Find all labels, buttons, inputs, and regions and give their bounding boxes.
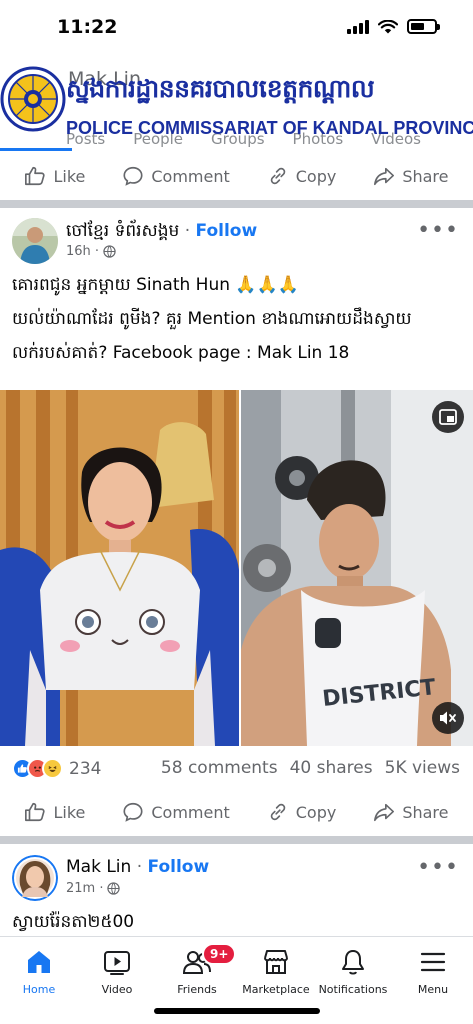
- share-label: Share: [402, 802, 449, 822]
- profile-header: Mak Lin Posts People Groups Photos Video…: [0, 52, 473, 152]
- home-indicator: [154, 1008, 320, 1014]
- copy-label: Copy: [295, 802, 337, 822]
- active-tab-indicator: [0, 148, 72, 151]
- shares-count[interactable]: 40 shares: [290, 758, 373, 778]
- wifi-icon: [378, 19, 398, 33]
- like-icon: [25, 166, 46, 186]
- link-icon: [270, 167, 285, 185]
- marketplace-icon: [264, 950, 288, 974]
- link-icon: [270, 803, 285, 821]
- separator-dot: ·: [184, 221, 191, 241]
- tab-friends[interactable]: Friends 9+: [152, 943, 242, 996]
- post-line: គោរពជូន អ្នកម្តាយ Sinath Hun 🙏🙏🙏: [12, 275, 299, 295]
- globe-icon: [107, 882, 121, 895]
- pip-icon: [439, 409, 457, 425]
- comment-label: Comment: [151, 166, 230, 186]
- like-button[interactable]: Like: [24, 165, 85, 187]
- cellular-signal-icon: [347, 19, 369, 34]
- post-author[interactable]: ចៅខ្មែរ ទំព័រសង្គម: [66, 221, 179, 241]
- video-right-frame: DISTRICT: [241, 390, 473, 746]
- post-body: ស្វាយរ៉ែនតា២៥00: [12, 905, 464, 939]
- picture-in-picture-button[interactable]: [432, 401, 464, 433]
- post-line: ស្វាយរ៉ែនតា២៥00: [12, 912, 135, 932]
- more-options-button[interactable]: •••: [417, 218, 459, 243]
- battery-icon: [407, 19, 440, 34]
- avatar[interactable]: [12, 855, 58, 901]
- share-button[interactable]: Share: [373, 165, 449, 187]
- follow-button[interactable]: Follow: [148, 857, 210, 877]
- feed-divider: [0, 836, 473, 844]
- tab-label: Menu: [417, 983, 449, 996]
- like-label: Like: [53, 802, 86, 822]
- haha-reaction-icon: [42, 758, 63, 779]
- separator-dot: ·: [136, 857, 143, 877]
- post-body: គោរពជូន អ្នកម្តាយ Sinath Hun 🙏🙏🙏 យល់យ៉ាណ…: [12, 268, 464, 370]
- post-line: លក់របស់គាត់? Facebook page : Mak Lin 18: [12, 343, 350, 363]
- post-action-bar: Like Comment Copy Share: [0, 788, 473, 836]
- reaction-summary[interactable]: 234: [12, 758, 101, 779]
- hamburger-menu-icon: [420, 952, 446, 972]
- post-action-bar-previous: Like Comment Copy Share: [0, 152, 473, 200]
- video-icon: [104, 951, 130, 975]
- video-media[interactable]: DISTRICT: [0, 390, 473, 746]
- post-meta: 21m ·: [66, 881, 121, 896]
- copy-button[interactable]: Copy: [267, 801, 337, 823]
- mute-button[interactable]: [432, 702, 464, 734]
- watermark-english-title: POLICE COMMISSARIAT OF KANDAL PROVINCE: [66, 118, 473, 138]
- post-meta: 16h ·: [66, 244, 116, 259]
- post-author-line: Mak Lin · Follow: [66, 857, 209, 877]
- reaction-count: 234: [69, 758, 102, 779]
- tab-label: Friends: [177, 983, 217, 996]
- copy-label: Copy: [295, 166, 337, 186]
- share-icon: [374, 803, 395, 822]
- tab-label: Notifications: [318, 983, 388, 996]
- comments-count[interactable]: 58 comments: [161, 758, 278, 778]
- speaker-muted-icon: [440, 711, 456, 725]
- tab-notifications[interactable]: Notifications: [308, 947, 398, 996]
- status-bar: 11:22: [0, 0, 473, 52]
- views-count: 5K views: [384, 758, 460, 778]
- like-button[interactable]: Like: [24, 801, 85, 823]
- more-options-button[interactable]: •••: [417, 855, 459, 880]
- post-stats: 234 58 comments 40 shares 5K views: [0, 754, 473, 784]
- share-button[interactable]: Share: [373, 801, 449, 823]
- post-time[interactable]: 16h ·: [66, 244, 99, 259]
- share-label: Share: [402, 166, 449, 186]
- comment-label: Comment: [151, 802, 230, 822]
- comment-icon: [123, 166, 143, 186]
- home-icon: [28, 951, 50, 973]
- tab-label: Video: [101, 983, 133, 996]
- video-left-frame: [0, 390, 239, 746]
- comment-button[interactable]: Comment: [122, 801, 230, 823]
- feed-divider: [0, 200, 473, 208]
- post-author-line: ចៅខ្មែរ ទំព័រសង្គម · Follow: [66, 220, 257, 245]
- tab-menu[interactable]: Menu: [388, 947, 473, 996]
- engagement-counts: 58 comments 40 shares 5K views: [161, 758, 460, 778]
- police-emblem-icon: [0, 66, 66, 132]
- globe-icon: [103, 245, 116, 258]
- follow-button[interactable]: Follow: [196, 221, 258, 241]
- comment-icon: [123, 802, 143, 822]
- post-author[interactable]: Mak Lin: [66, 857, 131, 877]
- comment-button[interactable]: Comment: [122, 165, 230, 187]
- bell-icon: [342, 950, 364, 975]
- tab-label: Marketplace: [242, 983, 310, 996]
- post-line: យល់យ៉ាណាដែរ ពូមីង? គួរ Mention ខាងណាអោយដ…: [12, 309, 412, 329]
- tab-video[interactable]: Video: [72, 947, 162, 996]
- watermark-khmer-title: ស្នងការដ្ឋាននគរបាលខេត្តកណ្តាល: [66, 74, 375, 103]
- tab-label: Home: [22, 983, 56, 996]
- post-time[interactable]: 21m ·: [66, 881, 103, 896]
- share-icon: [374, 167, 395, 186]
- like-icon: [25, 802, 46, 822]
- status-time: 11:22: [57, 16, 118, 38]
- copy-button[interactable]: Copy: [267, 165, 337, 187]
- like-label: Like: [53, 166, 86, 186]
- status-icons: [347, 19, 440, 34]
- avatar[interactable]: [12, 218, 58, 264]
